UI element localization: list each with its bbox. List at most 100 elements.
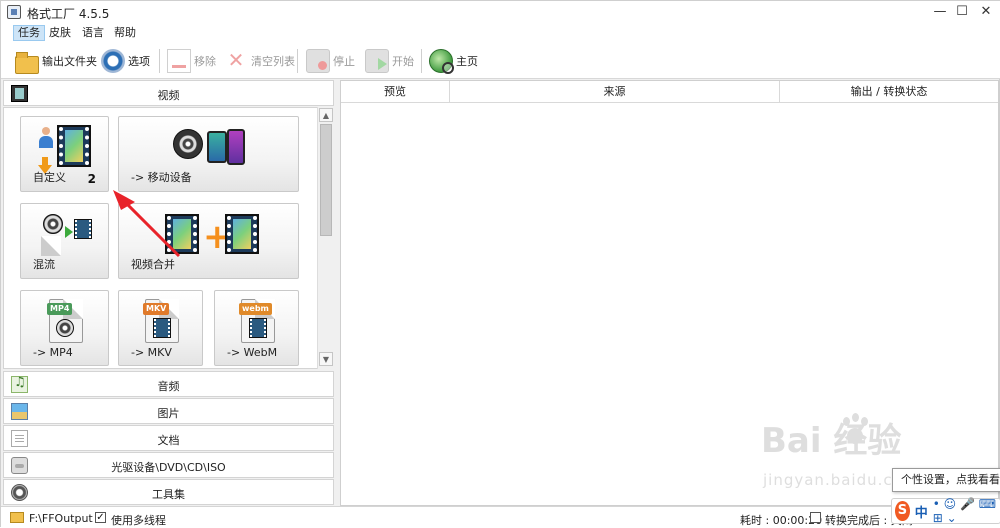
category-picture[interactable]: 图片 [3,398,334,424]
baidu-watermark: Bai 经验 jingyan.baidu.com [761,413,961,508]
category-disc[interactable]: 光驱设备\DVD\CD\ISO [3,452,334,478]
scroll-down-button[interactable]: ▼ [319,352,333,366]
tile-mp4-label: -> MP4 [33,346,73,359]
annotation-arrow-icon [113,190,181,258]
options-label: 选项 [128,55,150,68]
tile-mix[interactable]: 混流 [20,203,109,279]
category-document[interactable]: 文档 [3,425,334,451]
tile-mkv-label: -> MKV [131,346,172,359]
home-label: 主页 [456,55,478,68]
toolbar-divider [421,49,422,73]
phone-icon [227,129,245,165]
toolbar: 输出文件夹 选项 移除 ✕ 清空列表 停止 开始 主页 [1,43,1000,79]
mkv-tag: MKV [143,303,170,315]
mp4-tag: MP4 [47,303,73,315]
ime-tool-icons[interactable]: • ☺ 🎤 ⌨ ⊞ ⌄ [933,497,1000,525]
phone-icon [207,131,227,163]
close-button[interactable]: ✕ [973,3,999,21]
stop-icon [306,49,330,73]
scroll-thumb[interactable] [320,124,332,236]
tile-custom-badge: 2 [87,172,96,186]
multithread-checkbox[interactable]: ✓ [95,512,106,523]
title-bar: 格式工厂 4.5.5 — ☐ ✕ [1,1,1000,23]
grid-scrollbar[interactable]: ▲ ▼ [317,107,334,369]
category-picture-label: 图片 [157,407,180,420]
start-button[interactable]: 开始 [365,47,414,75]
app-logo-icon [7,5,21,19]
after-convert-checkbox[interactable] [810,512,821,523]
remove-label: 移除 [194,55,216,68]
options-button[interactable]: 选项 [101,47,150,75]
remove-doc-icon [167,49,191,73]
mini-film-icon [74,219,92,239]
output-folder-icon[interactable] [10,512,24,523]
skin-tooltip: 个性设置，点我看看 [892,468,1000,492]
clear-list-label: 清空列表 [251,55,295,68]
output-folder-button[interactable]: 输出文件夹 [15,47,97,75]
category-panel: 视频 自定义 2 -> 移动设备 混流 + 视频合并 MP4 -> MP4 MK… [1,80,336,506]
folder-icon [15,52,39,74]
music-file-icon [41,236,61,256]
menu-help[interactable]: 帮助 [110,25,140,41]
ime-toolbar: S 中 • ☺ 🎤 ⌨ ⊞ ⌄ [891,497,1000,525]
tile-mkv[interactable]: MKV -> MKV [118,290,203,366]
clear-x-icon: ✕ [227,48,245,72]
start-play-icon [365,49,389,73]
film-strip-icon [57,125,91,167]
green-arrow-icon [65,226,73,238]
baidu-paw-icon [839,413,871,449]
category-video-label: 视频 [157,89,180,102]
tile-mobile-label: -> 移动设备 [131,171,192,184]
category-audio[interactable]: 音频 [3,371,334,397]
start-label: 开始 [392,55,414,68]
remove-button[interactable]: 移除 [167,47,216,75]
category-document-label: 文档 [157,434,180,447]
tile-webm[interactable]: webm -> WebM [214,290,299,366]
stop-button[interactable]: 停止 [306,47,355,75]
home-button[interactable]: 主页 [429,47,478,75]
user-icon [39,127,53,149]
menu-bar: 任务 皮肤 语言 帮助 [1,23,1000,43]
column-preview[interactable]: 预览 [341,81,450,103]
stop-label: 停止 [333,55,355,68]
tile-webm-label: -> WebM [227,346,278,359]
menu-skin[interactable]: 皮肤 [45,25,75,41]
column-source[interactable]: 来源 [450,81,780,103]
menu-language[interactable]: 语言 [78,25,108,41]
tile-mp4[interactable]: MP4 -> MP4 [20,290,109,366]
options-gear-icon [101,49,125,73]
clear-list-button[interactable]: ✕ 清空列表 [224,47,295,75]
window-title: 格式工厂 4.5.5 [27,7,110,21]
sogou-logo-icon[interactable]: S [895,501,910,521]
film-reel-icon [56,319,74,337]
watermark-brand: Bai 经验 [761,421,902,461]
column-output-status[interactable]: 输出 / 转换状态 [780,81,998,103]
film-strip-icon [225,214,259,254]
film-reel-icon [43,214,63,234]
toolbar-divider [297,49,298,73]
output-path[interactable]: F:\FFOutput [29,512,93,525]
output-folder-label: 输出文件夹 [42,55,97,68]
ime-mode-toggle[interactable]: 中 [915,502,928,521]
category-tools[interactable]: 工具集 [3,479,334,505]
menu-task[interactable]: 任务 [13,25,45,41]
category-audio-label: 音频 [157,380,180,393]
tile-mix-label: 混流 [33,258,55,271]
category-tools-label: 工具集 [152,488,185,501]
tile-custom-label: 自定义 [33,171,66,184]
category-disc-label: 光驱设备\DVD\CD\ISO [111,461,226,474]
webm-tag: webm [239,303,272,315]
mini-film-icon [249,318,267,338]
mini-film-icon [153,318,171,338]
maximize-button[interactable]: ☐ [949,3,975,21]
app-window: 格式工厂 4.5.5 — ☐ ✕ 任务 皮肤 语言 帮助 输出文件夹 选项 移除… [0,0,1000,528]
category-video[interactable]: 视频 [3,80,334,106]
film-reel-icon [173,129,203,159]
tile-custom[interactable]: 自定义 2 [20,116,109,192]
globe-search-icon [429,49,454,74]
toolbar-divider [159,49,160,73]
status-bar: F:\FFOutput ✓ 使用多线程 耗时 : 00:00:20 转换完成后 … [1,506,1000,528]
multithread-label: 使用多线程 [111,514,166,527]
tile-mobile-device[interactable]: -> 移动设备 [118,116,299,192]
scroll-up-button[interactable]: ▲ [319,108,333,122]
